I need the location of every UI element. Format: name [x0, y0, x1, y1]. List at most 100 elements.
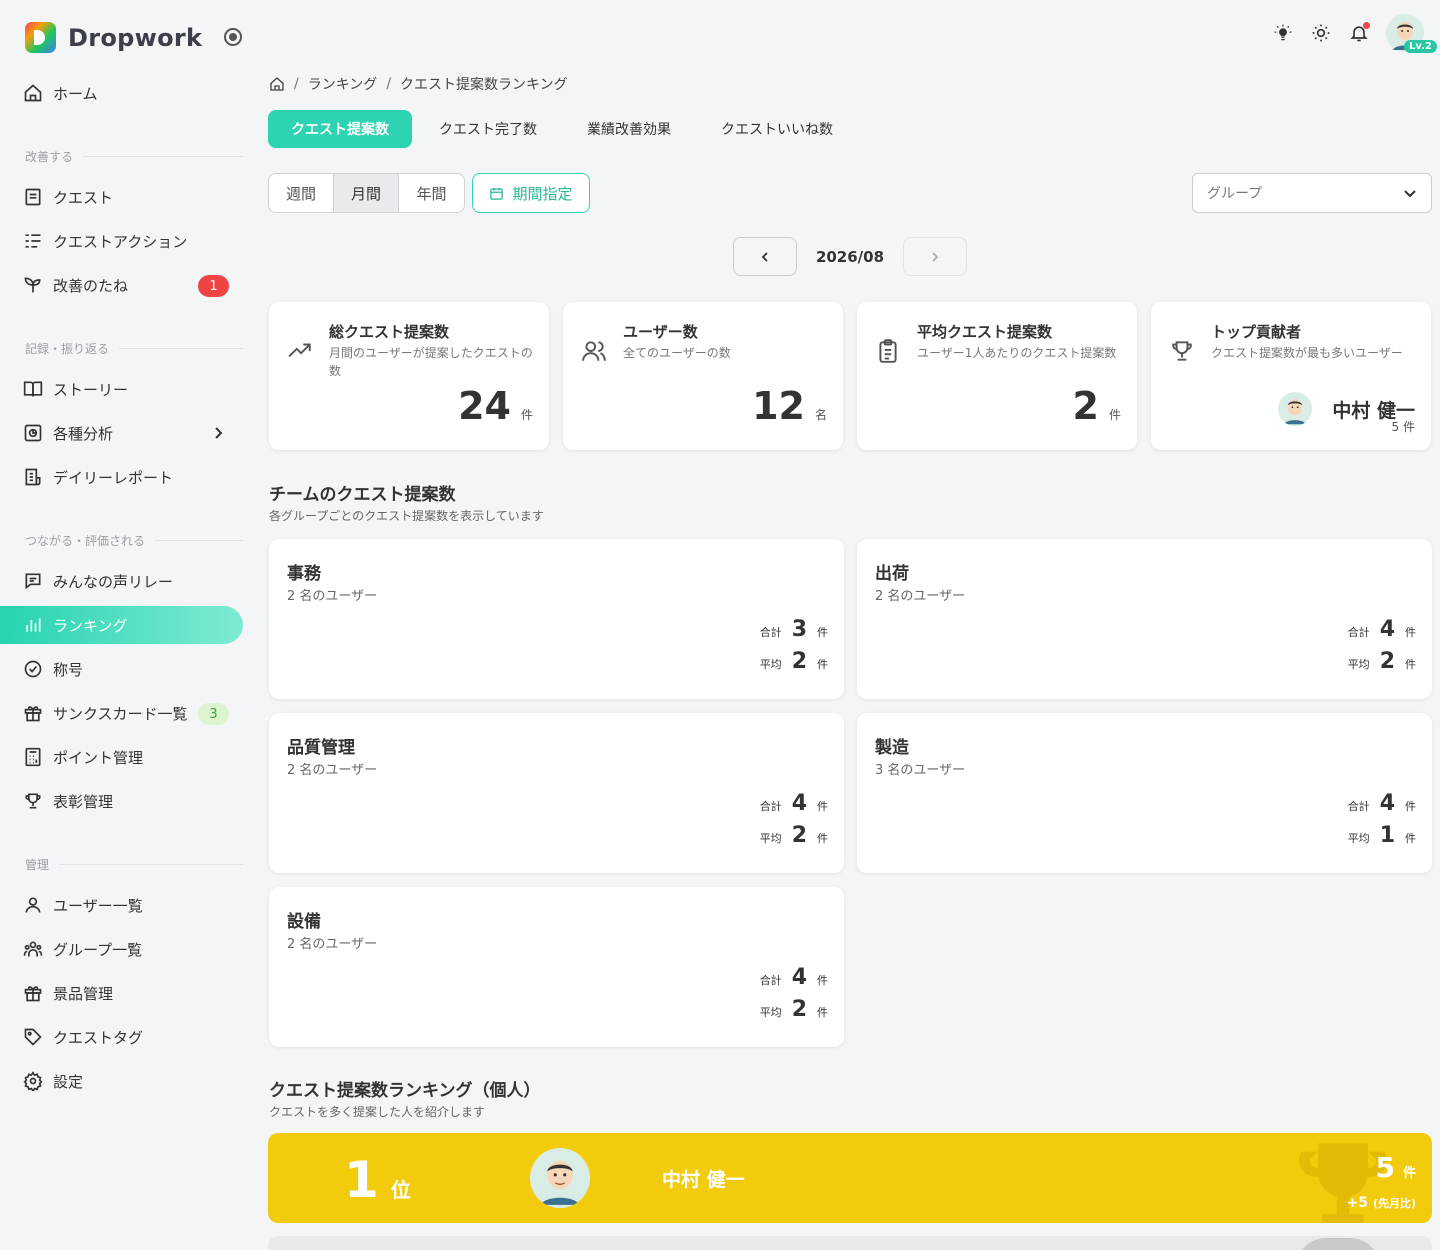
ranking-row-2[interactable] — [268, 1236, 1432, 1250]
sidebar-item-label: 表彰管理 — [53, 792, 114, 811]
avatar — [1278, 392, 1313, 426]
user-avatar[interactable]: Lv.2 — [1386, 14, 1437, 53]
sidebar-item-awards[interactable]: 表彰管理 — [0, 782, 243, 820]
unit: 件 — [817, 626, 828, 639]
sidebar-item-users[interactable]: ユーザー一覧 — [0, 886, 243, 924]
header-actions: Lv.2 — [1256, 14, 1437, 53]
avg-label: 平均 — [759, 658, 782, 671]
gear-icon — [23, 1071, 43, 1091]
team-card[interactable]: 事務 2 名のユーザー 合計 3 件 平均 2 件 — [269, 539, 844, 699]
bell-icon[interactable] — [1348, 22, 1370, 44]
avg-label: 平均 — [759, 1006, 782, 1019]
breadcrumb: / ランキング / クエスト提案数ランキング — [269, 74, 568, 94]
bar-chart-icon — [23, 615, 43, 635]
notification-badge: 1 — [198, 275, 229, 297]
rank-number: 1 — [344, 1151, 379, 1209]
chevron-down-icon — [1404, 190, 1416, 198]
sidebar-section-improve: 改善する — [25, 148, 243, 165]
ranking-row-1[interactable]: 1位 中村 健一 5件 +5 (先月比) — [268, 1133, 1432, 1223]
sidebar: Dropwork ホーム 改善する クエスト クエストアクション 改善のたね 1… — [0, 0, 256, 1250]
unit: 件 — [1405, 658, 1416, 671]
sidebar-item-quest-action[interactable]: クエストアクション — [0, 222, 243, 260]
group-icon — [23, 939, 43, 959]
sidebar-item-label: クエストタグ — [53, 1028, 144, 1047]
logo-mark-icon — [25, 22, 56, 53]
stat-title: トップ貢献者 — [1211, 323, 1302, 341]
total-label: 合計 — [759, 800, 782, 813]
sidebar-item-voice-relay[interactable]: みんなの声リレー — [0, 562, 243, 600]
breadcrumb-ranking[interactable]: ランキング — [308, 74, 378, 94]
period-monthly-button[interactable]: 月間 — [334, 174, 399, 212]
sidebar-section-record: 記録・振り返る — [25, 340, 243, 357]
sidebar-item-label: ストーリー — [53, 380, 129, 399]
stat-unit: 件 — [1108, 408, 1121, 422]
prev-month-button[interactable] — [733, 237, 797, 276]
sidebar-item-thanks-cards[interactable]: サンクスカード一覧 3 — [0, 694, 243, 732]
tag-icon — [23, 1027, 43, 1047]
team-name: 品質管理 — [287, 738, 355, 758]
chevron-left-icon — [761, 251, 768, 262]
period-weekly-button[interactable]: 週間 — [269, 174, 334, 212]
team-card[interactable]: 出荷 2 名のユーザー 合計 4 件 平均 2 件 — [857, 539, 1432, 699]
ranking-diff-label: (先月比) — [1372, 1197, 1416, 1210]
team-card[interactable]: 設備 2 名のユーザー 合計 4 件 平均 2 件 — [269, 887, 844, 1047]
month-pager: 2026/08 — [733, 237, 967, 276]
tab-quest-likes[interactable]: クエストいいね数 — [698, 110, 856, 148]
unit: 件 — [817, 658, 828, 671]
sidebar-item-prizes[interactable]: 景品管理 — [0, 974, 243, 1012]
tab-performance[interactable]: 業績改善効果 — [564, 110, 694, 148]
team-avg: 2 — [791, 649, 807, 674]
team-avg: 2 — [791, 823, 807, 848]
sidebar-item-label: 各種分析 — [53, 424, 114, 443]
team-card[interactable]: 品質管理 2 名のユーザー 合計 4 件 平均 2 件 — [269, 713, 844, 873]
stat-value: 12 — [752, 384, 805, 428]
sidebar-item-story[interactable]: ストーリー — [0, 370, 243, 408]
stat-desc: ユーザー1人あたりのクエスト提案数 — [917, 346, 1117, 360]
sidebar-item-home[interactable]: ホーム — [0, 74, 243, 112]
next-month-button[interactable] — [903, 237, 967, 276]
calendar-icon — [490, 187, 504, 200]
sidebar-item-analysis[interactable]: 各種分析 — [0, 414, 243, 452]
sidebar-item-title[interactable]: 称号 — [0, 650, 243, 688]
sidebar-item-settings[interactable]: 設定 — [0, 1062, 243, 1100]
team-avg: 1 — [1379, 823, 1395, 848]
brand-logo[interactable]: Dropwork — [25, 22, 202, 53]
sidebar-item-label: デイリーレポート — [53, 468, 174, 487]
sidebar-item-daily-report[interactable]: デイリーレポート — [0, 458, 243, 496]
tab-quest-proposals[interactable]: クエスト提案数 — [268, 110, 412, 148]
team-users: 2 名のユーザー — [287, 589, 378, 604]
book-icon — [23, 379, 43, 399]
ranking-tabs: クエスト提案数 クエスト完了数 業績改善効果 クエストいいね数 — [268, 110, 860, 148]
sidebar-item-groups[interactable]: グループ一覧 — [0, 930, 243, 968]
sidebar-item-quest-tags[interactable]: クエストタグ — [0, 1018, 243, 1056]
ranking-count-unit: 件 — [1402, 1166, 1416, 1181]
sidebar-item-points[interactable]: ポイント管理 — [0, 738, 243, 776]
sidebar-item-quest[interactable]: クエスト — [0, 178, 243, 216]
ranking-user-name: 中村 健一 — [662, 1169, 745, 1191]
sidebar-item-label: 称号 — [53, 660, 84, 679]
chevron-right-icon — [212, 426, 224, 440]
team-avg: 2 — [791, 997, 807, 1022]
lightbulb-icon[interactable] — [1272, 22, 1294, 44]
stat-card-top-contributor: トップ貢献者 クエスト提案数が最も多いユーザー 中村 健一 5 件 — [1151, 302, 1431, 450]
period-yearly-button[interactable]: 年間 — [399, 174, 464, 212]
sidebar-item-label: クエストアクション — [53, 232, 188, 251]
period-toggle: 週間 月間 年間 — [268, 173, 465, 213]
team-card[interactable]: 製造 3 名のユーザー 合計 4 件 平均 1 件 — [857, 713, 1432, 873]
stat-unit: 名 — [814, 408, 827, 422]
sun-icon[interactable] — [1310, 22, 1332, 44]
home-icon[interactable] — [269, 76, 285, 92]
custom-period-button[interactable]: 期間指定 — [472, 173, 590, 213]
unit: 件 — [817, 974, 828, 987]
trending-up-icon — [287, 338, 313, 364]
sidebar-item-kaizen-seeds[interactable]: 改善のたね 1 — [0, 266, 243, 304]
sidebar-toggle-icon[interactable] — [224, 28, 242, 46]
report-icon — [23, 467, 43, 487]
tab-quest-completed[interactable]: クエスト完了数 — [416, 110, 560, 148]
unit: 件 — [817, 1006, 828, 1019]
group-select[interactable]: グループ — [1192, 173, 1432, 213]
sidebar-item-label: クエスト — [53, 188, 114, 207]
clipboard-icon — [875, 338, 901, 364]
trophy-icon — [1296, 1238, 1380, 1250]
sidebar-item-ranking[interactable]: ランキング — [0, 606, 243, 644]
